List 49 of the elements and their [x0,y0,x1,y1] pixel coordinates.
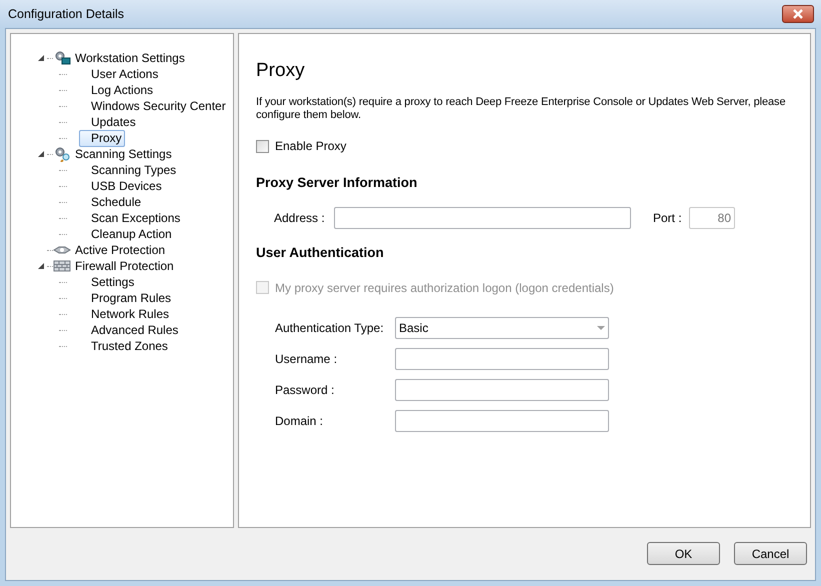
window-title: Configuration Details [8,6,124,23]
authentication-type-dropdown[interactable]: Basic [395,316,609,338]
tree-item[interactable]: Settings [79,274,138,290]
page-title: Proxy [256,60,306,82]
tree-item[interactable]: Program Rules [79,290,174,306]
close-icon [792,9,804,19]
section-heading: Proxy Server Information [256,174,418,192]
collapse-arrow-icon[interactable] [38,263,44,269]
field-label: Address : [274,210,326,228]
brick-wall-icon [53,258,71,274]
checkbox-label: Enable Proxy [275,138,346,155]
tree-item[interactable]: Network Rules [79,306,172,322]
gear-monitor-icon [53,50,71,66]
tree-item[interactable]: Updates [79,114,139,130]
close-button[interactable] [782,5,814,23]
section-heading: User Authentication [256,244,385,262]
text-field[interactable] [395,410,609,432]
dialog-button[interactable]: OK [647,542,720,565]
tree-item[interactable]: Active Protection [72,242,168,258]
tree-item[interactable]: User Actions [79,66,162,82]
tree-item[interactable]: Scanning Types [79,162,180,178]
checkbox-label: My proxy server requires authorization logon (logon credentials) [275,280,614,296]
text-field[interactable] [395,348,609,370]
field-label: Authentication Type: [275,320,385,336]
tree-item[interactable]: Schedule [79,194,144,210]
dialog-button[interactable]: Cancel [734,542,807,565]
dropdown-arrow-icon [597,326,605,330]
field-label: Username : [275,350,338,368]
tree-item[interactable]: Scanning Settings [72,146,175,162]
tree-item[interactable]: Proxy [79,130,125,146]
tree-item[interactable]: Workstation Settings [72,50,188,66]
field-label: Password : [275,382,336,398]
gear-magnifier-icon [53,146,71,162]
collapse-arrow-icon[interactable] [38,151,44,157]
tree-item[interactable]: Cleanup Action [79,226,175,242]
address-field[interactable] [334,207,631,230]
tree-item[interactable]: Firewall Protection [72,258,177,274]
tree-item[interactable]: Log Actions [79,82,156,98]
tree-item[interactable]: USB Devices [79,178,165,194]
field-label: Port : [653,210,683,228]
tree-item[interactable]: Advanced Rules [79,322,182,338]
tree-item[interactable]: Trusted Zones [79,338,171,354]
description: If your workstation(s) require a proxy to reach Deep Freeze Enterprise Console or Updates Web Server, please configure them below. [256,96,786,122]
collapse-arrow-icon[interactable] [38,55,44,61]
field-label: Domain : [275,412,324,430]
checkbox[interactable] [256,140,269,152]
tree-item[interactable]: Scan Exceptions [79,210,184,226]
tree-item[interactable]: Windows Security Center [79,98,229,114]
text-field[interactable] [395,378,609,400]
